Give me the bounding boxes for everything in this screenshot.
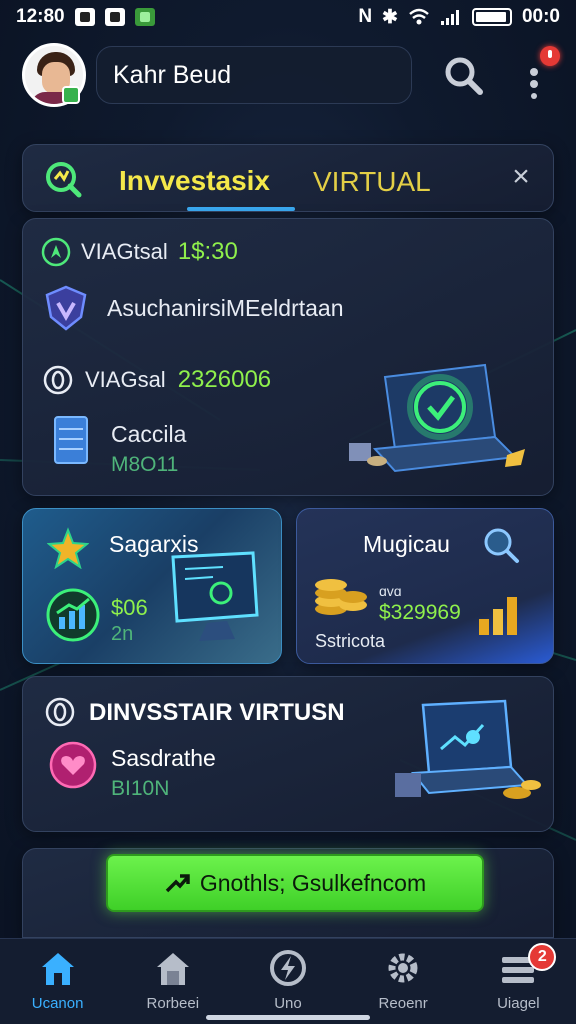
user-name-field[interactable]: Kahr Beud xyxy=(96,46,412,104)
overview-card[interactable]: VIAGtsal 1$:30 AsuchanirsiMEeldrtaan VIA… xyxy=(22,218,554,496)
home-indicator[interactable] xyxy=(206,1015,370,1020)
card-left-sub: 2n xyxy=(111,623,134,645)
invest-virtual-card[interactable]: DINVSSTAIR VIRTUSN Sasdrathe BI10N xyxy=(22,676,554,832)
monitor-illustration xyxy=(171,551,259,641)
status-time: 12:80 xyxy=(16,6,65,27)
line1-label: VIAGtsal xyxy=(81,239,168,264)
cta-label: Gnothls; Gsulkefncom xyxy=(199,869,427,896)
alert-badge xyxy=(540,46,560,66)
nav-label-settings: Reoenr xyxy=(378,995,428,1012)
laptop-checkmark-illustration xyxy=(349,363,525,473)
bar-chart-icon xyxy=(479,597,517,635)
growth-chart-icon xyxy=(46,588,100,642)
nav-item-settings[interactable]: Reoenr xyxy=(353,949,453,1012)
coin-outline-icon xyxy=(43,365,73,395)
home-icon xyxy=(41,953,74,985)
cta-button[interactable]: Gnothls; Gsulkefncom xyxy=(106,854,484,912)
card-right-value: $329969 xyxy=(379,601,461,624)
nfc-icon: N xyxy=(358,6,373,27)
sagarxis-card[interactable]: Sagarxis $06 2n xyxy=(22,508,282,664)
tab-virtual[interactable]: VIRTUAL xyxy=(313,166,431,198)
tab-investasix[interactable]: Invvestasix xyxy=(119,165,270,197)
gear-icon xyxy=(388,953,418,983)
coin-outline-icon xyxy=(45,697,75,727)
camera-notification-icon xyxy=(104,8,125,26)
coin-stack-icon xyxy=(315,579,367,615)
active-tab-indicator xyxy=(187,207,295,211)
card-right-value-small: ɑvɑ xyxy=(379,583,402,599)
tab-bar: Invvestasix VIRTUAL × xyxy=(22,144,554,212)
nav-item-house[interactable]: Rorbeei xyxy=(123,949,223,1012)
invest-card-title: DINVSSTAIR VIRTUSN xyxy=(89,699,345,726)
nav-label-list: Uiagel xyxy=(497,995,540,1012)
card-right-sub: Sstricota xyxy=(315,631,386,651)
nav-label-lightning: Uno xyxy=(274,995,302,1012)
close-icon[interactable]: × xyxy=(507,162,535,192)
nav-item-list[interactable]: 2 Uiagel xyxy=(468,943,568,1012)
notification-count-badge: 2 xyxy=(528,943,557,971)
card-right-title: Mugicau xyxy=(363,531,450,557)
invest-card-sub: BI10N xyxy=(111,777,170,800)
app-header: Kahr Beud xyxy=(22,42,562,108)
nav-label-house: Rorbeei xyxy=(146,995,200,1012)
star-badge-icon xyxy=(47,527,89,569)
signal-icon xyxy=(440,10,459,25)
line4-label: Caccila xyxy=(111,421,187,447)
laptop-chart-illustration xyxy=(395,699,541,799)
magnifier-icon xyxy=(484,528,519,563)
user-name: Kahr Beud xyxy=(113,60,232,89)
server-icon xyxy=(54,416,88,464)
invest-card-label: Sasdrathe xyxy=(111,745,216,771)
arrow-trend-icon xyxy=(165,874,190,893)
mugicau-card[interactable]: Mugicau ɑvɑ $329969 Sstricota xyxy=(296,508,554,664)
status-right-time: 00:0 xyxy=(521,6,560,27)
line2-label: AsuchanirsiMEeldrtaan xyxy=(107,294,344,321)
heart-badge-icon xyxy=(49,741,97,789)
wifi-icon xyxy=(409,8,429,25)
line3-value: 2326006 xyxy=(177,366,272,393)
card-left-value: $06 xyxy=(111,595,148,620)
bluetooth-icon: ✱ xyxy=(382,6,398,28)
nav-item-home[interactable]: Ucanon xyxy=(8,949,108,1012)
app-notification-icon xyxy=(134,8,155,26)
status-bar: 12:80 N ✱ 00:0 xyxy=(0,0,576,34)
nav-label-home: Ucanon xyxy=(31,995,84,1012)
search-icon[interactable] xyxy=(442,54,486,98)
line1-value: 1$:30 xyxy=(177,238,238,265)
line3-label: VIAGsal xyxy=(85,367,166,392)
lightning-icon xyxy=(269,950,306,986)
location-arrow-icon xyxy=(41,237,71,267)
bottom-nav: Ucanon Rorbeei Uno Reoenr 2 Uiagel xyxy=(0,938,576,1024)
app-logo-icon xyxy=(46,162,82,198)
shield-icon xyxy=(45,285,87,331)
online-status-badge xyxy=(62,86,80,104)
battery-icon xyxy=(471,8,512,26)
nav-item-lightning[interactable]: Uno xyxy=(238,949,338,1012)
notification-icon xyxy=(74,8,95,26)
line4-sub: M8O11 xyxy=(111,453,179,476)
house-icon xyxy=(156,953,189,985)
